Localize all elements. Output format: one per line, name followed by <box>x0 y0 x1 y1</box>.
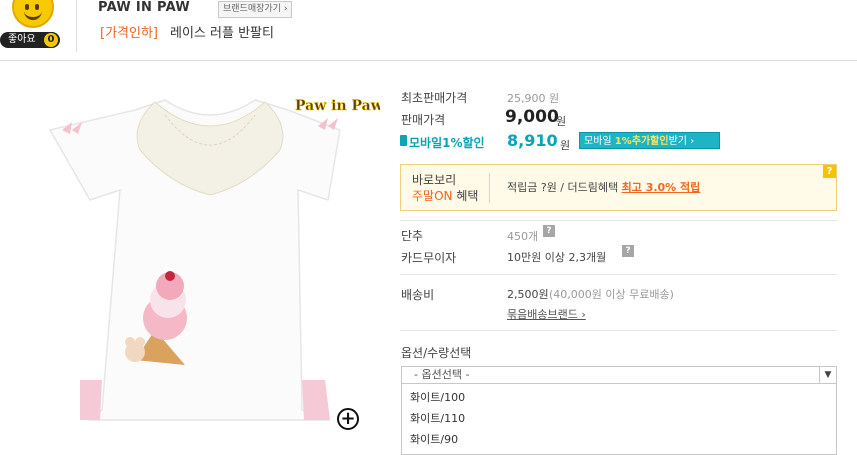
shipping-label: 배송비 <box>401 288 435 302</box>
option-item[interactable]: 화이트/110 <box>410 410 465 426</box>
option-list: 화이트/100 화이트/110 화이트/90 <box>401 384 837 455</box>
shipping-note: (40,000원 이상 무료배송) <box>549 288 674 301</box>
zoom-icon[interactable]: + <box>337 408 359 430</box>
divider <box>400 220 837 221</box>
card-help-icon[interactable]: ? <box>622 245 634 257</box>
chevron-down-icon[interactable]: ▼ <box>819 367 836 383</box>
divider <box>400 330 837 331</box>
like-button[interactable]: 좋아요 0 <box>0 32 60 48</box>
shipping-value: 2,500원 <box>507 288 549 301</box>
benefit-sub-text: 혜택 <box>452 189 479 203</box>
brand-shop-button[interactable]: 브랜드매장가기 › <box>218 1 293 18</box>
brand-logo: Paw in Paw <box>295 98 384 115</box>
sale-price-label: 판매가격 <box>401 113 446 127</box>
benefit-text: 적립금 ?원 / 더드림혜택 최고 3.0% 적립 <box>507 179 700 195</box>
card-installment-label: 카드무이자 <box>401 251 457 265</box>
benefit-text-body: 적립금 ?원 / 더드림혜택 <box>507 181 622 194</box>
benefit-sub: 주말ON 혜택 <box>412 187 478 204</box>
bundle-shipping-link[interactable]: 묶음배송브랜드 › <box>507 306 586 322</box>
sale-price-unit: 원 <box>556 115 567 128</box>
option-select[interactable]: - 옵션선택 - ▼ <box>401 366 837 384</box>
product-title: 레이스 러플 반팔티 <box>170 26 274 41</box>
mobile-icon <box>400 135 407 146</box>
option-item[interactable]: 화이트/100 <box>410 389 465 405</box>
original-price-label: 최초판매가격 <box>401 91 468 105</box>
card-installment-value: 10만원 이상 2,3개월 <box>507 251 607 264</box>
benefit-name: 바로보리 <box>412 173 457 187</box>
header-divider-line <box>0 60 857 61</box>
mobile-discount-button[interactable]: 모바일 1%추가할인받기 › <box>579 132 720 149</box>
like-label: 좋아요 <box>8 34 36 45</box>
brand-name[interactable]: PAW IN PAW <box>98 0 190 15</box>
price-drop-tag: [가격인하] <box>100 26 158 41</box>
unit-help-icon[interactable]: ? <box>543 225 555 237</box>
benefit-max-link[interactable]: 최고 3.0% 적립 <box>622 181 701 194</box>
original-price-value: 25,900 원 <box>507 92 560 105</box>
benefit-sub-highlight: 주말ON <box>412 189 453 203</box>
header-divider <box>76 0 77 52</box>
option-selected: - 옵션선택 - <box>414 368 470 381</box>
mobile-price-value: 8,910 <box>507 131 558 150</box>
benefit-help-icon[interactable]: ? <box>823 165 836 178</box>
mobile-discount-label: 모바일1%할인 <box>409 136 485 150</box>
mobile-button-post: 받기 › <box>668 136 695 147</box>
mobile-button-pre: 모바일 <box>584 136 615 147</box>
product-image[interactable]: Paw in Paw <box>40 90 384 430</box>
sale-price-value: 9,000 <box>505 107 559 127</box>
benefit-divider <box>489 173 490 203</box>
mobile-price-unit: 원 <box>560 139 571 152</box>
divider <box>400 274 837 275</box>
like-widget[interactable]: 좋아요 0 <box>0 0 62 50</box>
unit-label: 단추 <box>401 229 424 243</box>
logo-text: Paw in Paw <box>295 98 380 114</box>
mobile-button-highlight: 1%추가할인 <box>614 136 669 147</box>
option-label: 옵션/수량선택 <box>401 346 472 360</box>
like-count: 0 <box>44 33 58 47</box>
smiley-icon <box>12 0 54 28</box>
unit-value: 450개 <box>507 230 539 243</box>
benefit-box: 바로보리 주말ON 혜택 적립금 ?원 / 더드림혜택 최고 3.0% 적립 ? <box>400 164 837 211</box>
option-item[interactable]: 화이트/90 <box>410 431 458 447</box>
